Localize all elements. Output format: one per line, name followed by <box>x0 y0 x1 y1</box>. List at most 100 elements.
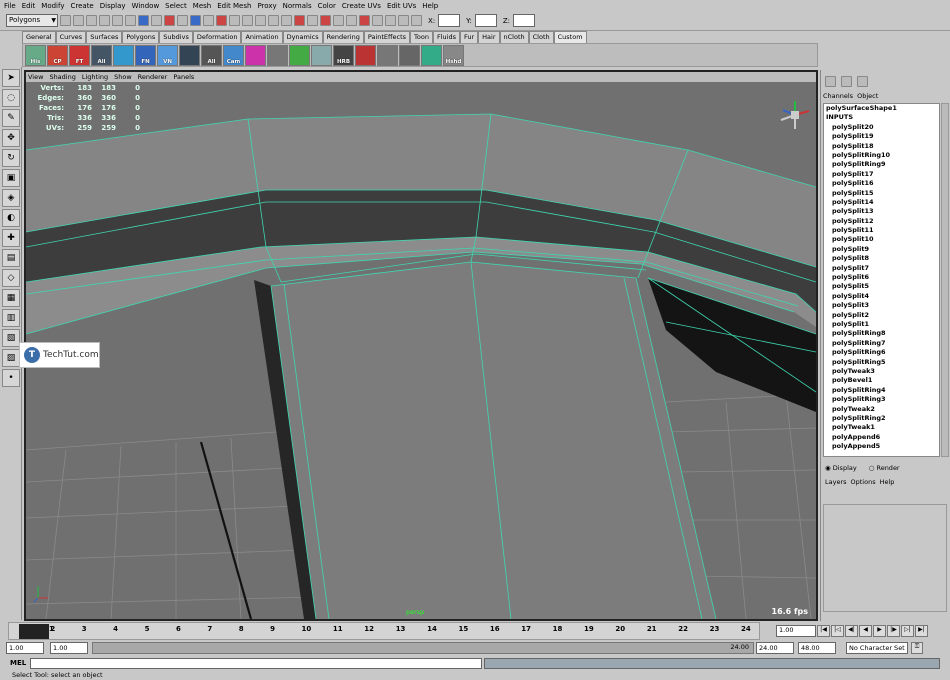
current-time-field[interactable]: 1.00 <box>776 625 816 637</box>
move-tool-icon[interactable]: ✥ <box>2 129 20 147</box>
shelf-tab-animation[interactable]: Animation <box>241 31 283 43</box>
y-field[interactable] <box>474 14 497 27</box>
shape-node-name[interactable]: polySurfaceShape1 <box>824 104 939 113</box>
menu-edit[interactable]: Edit <box>22 2 36 10</box>
mask-handles-icon[interactable] <box>138 15 149 26</box>
input-node[interactable]: polySplitRing9 <box>824 160 939 169</box>
menu-modify[interactable]: Modify <box>41 2 64 10</box>
menu-edit-uvs[interactable]: Edit UVs <box>387 2 416 10</box>
output-ops-icon[interactable] <box>346 15 357 26</box>
layer-menu-options[interactable]: Options <box>851 478 876 486</box>
menu-select[interactable]: Select <box>165 2 187 10</box>
shelf-tab-fur[interactable]: Fur <box>459 31 479 43</box>
mask-joints-icon[interactable] <box>151 15 162 26</box>
start-time-field[interactable]: 1.00 <box>6 642 44 654</box>
render-globals-icon[interactable] <box>411 15 422 26</box>
step-forward-icon[interactable]: ▷| <box>901 625 914 637</box>
mask-surfaces-icon[interactable] <box>177 15 188 26</box>
snap-curve-icon[interactable] <box>281 15 292 26</box>
input-node[interactable]: polySplitRing8 <box>824 329 939 338</box>
lasso-tool-icon[interactable]: ◌ <box>2 89 20 107</box>
input-node[interactable]: polySplit1 <box>824 320 939 329</box>
mel-input[interactable] <box>30 657 482 669</box>
scale-tool-icon[interactable]: ▣ <box>2 169 20 187</box>
go-to-end-icon[interactable]: ▶| <box>915 625 928 637</box>
last-tool-icon[interactable]: ▤ <box>2 249 20 267</box>
layer-menu-layers[interactable]: Layers <box>825 478 847 486</box>
menu-color[interactable]: Color <box>318 2 336 10</box>
current-frame-marker[interactable] <box>19 624 49 639</box>
shelf-tab-dynamics[interactable]: Dynamics <box>282 31 323 43</box>
select-tool-icon[interactable]: ➤ <box>2 69 20 87</box>
mask-rendering-icon[interactable] <box>216 15 227 26</box>
input-node[interactable]: polySplitRing10 <box>824 151 939 160</box>
shelf-tab-hair[interactable]: Hair <box>478 31 500 43</box>
input-node[interactable]: polySplit11 <box>824 226 939 235</box>
input-node[interactable]: polySplit17 <box>824 170 939 179</box>
view-cube-icon[interactable] <box>778 98 812 132</box>
shelf-button-12[interactable] <box>289 44 310 66</box>
step-back-icon[interactable]: |◁ <box>831 625 844 637</box>
menu-mesh[interactable]: Mesh <box>193 2 211 10</box>
mask-curves-icon[interactable] <box>164 15 175 26</box>
viewport-menu-renderer[interactable]: Renderer <box>138 73 168 81</box>
channel-tab-channels[interactable]: Channels <box>823 92 853 102</box>
input-node[interactable]: polySplit3 <box>824 301 939 310</box>
display-radio[interactable]: ◉ Display <box>825 464 857 472</box>
input-node[interactable]: polySplit14 <box>824 198 939 207</box>
menu-create-uvs[interactable]: Create UVs <box>342 2 381 10</box>
four-view-icon[interactable]: ▦ <box>2 289 20 307</box>
input-node[interactable]: polySplit16 <box>824 179 939 188</box>
shelf-tab-surfaces[interactable]: Surfaces <box>86 31 123 43</box>
shelf-button-0[interactable]: His <box>25 44 46 66</box>
input-node[interactable]: polyTweak3 <box>824 367 939 376</box>
input-node[interactable]: polySplit18 <box>824 142 939 151</box>
paint-select-icon[interactable]: ✎ <box>2 109 20 127</box>
input-node[interactable]: polyAppend6 <box>824 433 939 442</box>
mel-label[interactable]: MEL <box>0 659 30 667</box>
input-node[interactable]: polySplitRing6 <box>824 348 939 357</box>
open-scene-icon[interactable] <box>73 15 84 26</box>
more-layouts-icon[interactable]: • <box>2 369 20 387</box>
ipr-render-icon[interactable] <box>398 15 409 26</box>
input-node[interactable]: polyTweak2 <box>824 405 939 414</box>
mask-misc-icon[interactable] <box>229 15 240 26</box>
shelf-button-9[interactable]: Cam <box>223 44 244 66</box>
shelf-tab-general[interactable]: General <box>22 31 56 43</box>
manipulator-tool-icon[interactable]: ◈ <box>2 189 20 207</box>
make-live-icon[interactable] <box>320 15 331 26</box>
input-node[interactable]: polySplitRing2 <box>824 414 939 423</box>
save-scene-icon[interactable] <box>86 15 97 26</box>
render-view-icon[interactable] <box>372 15 383 26</box>
shelf-tab-custom[interactable]: Custom <box>553 31 587 43</box>
viewport-menu-lighting[interactable]: Lighting <box>82 73 108 81</box>
menu-proxy[interactable]: Proxy <box>257 2 276 10</box>
shelf-tab-rendering[interactable]: Rendering <box>322 31 364 43</box>
input-node[interactable]: polySplit12 <box>824 217 939 226</box>
character-set-dropdown[interactable]: No Character Set <box>846 642 908 654</box>
viewport-persp[interactable]: View Shading Lighting Show Renderer Panels <box>24 70 818 621</box>
menu-create[interactable]: Create <box>70 2 93 10</box>
shelf-tab-polygons[interactable]: Polygons <box>122 31 160 43</box>
shelf-button-14[interactable]: HRB <box>333 44 354 66</box>
shelf-button-2[interactable]: FT <box>69 44 90 66</box>
snap-plane-icon[interactable] <box>307 15 318 26</box>
layer-list[interactable] <box>823 504 947 612</box>
menu-help[interactable]: Help <box>422 2 438 10</box>
outliner-layout-icon[interactable]: ▥ <box>2 309 20 327</box>
shelf-button-18[interactable] <box>421 44 442 66</box>
key-icon[interactable]: ⚿ <box>911 642 923 654</box>
input-node[interactable]: polySplit19 <box>824 132 939 141</box>
viewport-menu-panels[interactable]: Panels <box>173 73 194 81</box>
select-by-object-icon[interactable] <box>112 15 123 26</box>
play-forwards-icon[interactable]: ▶ <box>873 625 886 637</box>
input-node[interactable]: polySplit2 <box>824 311 939 320</box>
end-time-field[interactable]: 48.00 <box>798 642 836 654</box>
shelf-button-11[interactable] <box>267 44 288 66</box>
shelf-button-10[interactable] <box>245 44 266 66</box>
shelf-button-17[interactable] <box>399 44 420 66</box>
single-view-icon[interactable]: ◇ <box>2 269 20 287</box>
go-to-start-icon[interactable]: |◀ <box>817 625 830 637</box>
viewport-menu-shading[interactable]: Shading <box>49 73 75 81</box>
channel-list[interactable]: polySurfaceShape1 INPUTS polySplit20 poly… <box>823 103 940 457</box>
